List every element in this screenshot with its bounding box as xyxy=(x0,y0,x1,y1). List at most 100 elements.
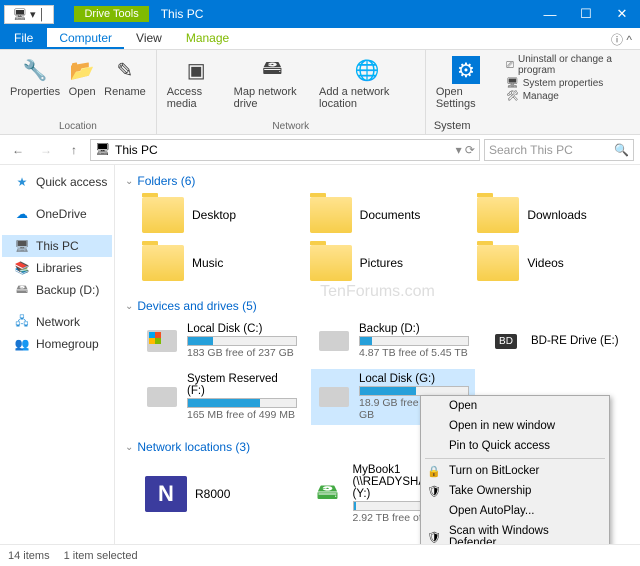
folder-icon xyxy=(142,245,184,281)
window-title: This PC xyxy=(161,7,204,21)
folder-documents[interactable]: Documents xyxy=(307,194,467,236)
app-icon: N xyxy=(145,476,187,512)
sidebar-icon: 🖧 xyxy=(14,314,30,330)
settings-icon: ⚙ xyxy=(452,56,480,84)
access-media-button[interactable]: ▣Access media xyxy=(165,54,228,112)
menu-item-pin-to-quick-access[interactable]: Pin to Quick access xyxy=(421,436,609,456)
sidebar-icon: ★ xyxy=(14,174,30,190)
pc-icon: 🖥 xyxy=(95,142,111,158)
back-button[interactable]: ← xyxy=(6,138,30,162)
menu-item-scan-with-windows-defender-[interactable]: 🛡Scan with Windows Defender... xyxy=(421,521,609,544)
drive-icon: BD xyxy=(489,329,523,353)
add-location-button[interactable]: 🌐Add a network location xyxy=(317,54,417,112)
ribbon: 🔧Properties 📂Open ✎Rename Location ▣Acce… xyxy=(0,50,640,135)
refresh-icon[interactable]: ▾ ⟳ xyxy=(456,143,475,157)
drive-icon xyxy=(317,385,351,409)
ribbon-group-network: ▣Access media 🖴Map network drive 🌐Add a … xyxy=(157,50,426,134)
ribbon-group-location: 🔧Properties 📂Open ✎Rename Location xyxy=(0,50,157,134)
menu-icon: 🛡 xyxy=(427,531,441,544)
add-location-icon: 🌐 xyxy=(353,56,381,84)
ribbon-group-system: ⚙Open Settings ⎚ Uninstall or change a p… xyxy=(426,50,640,134)
sidebar-item-homegroup[interactable]: 👥Homegroup xyxy=(2,333,112,355)
folder-icon xyxy=(477,245,519,281)
chevron-down-icon: ⌄ xyxy=(125,301,133,312)
close-button[interactable]: ✕ xyxy=(604,0,640,28)
properties-icon: 🔧 xyxy=(21,56,49,84)
sidebar-icon: 📚 xyxy=(14,260,30,276)
menu-item-take-ownership[interactable]: 🛡Take Ownership xyxy=(421,481,609,501)
sidebar-item-network[interactable]: 🖧Network xyxy=(2,311,112,333)
sidebar-icon: 🖥 xyxy=(14,238,30,254)
network-item[interactable]: NR8000 xyxy=(139,460,297,528)
minimize-button[interactable]: — xyxy=(532,0,568,28)
ribbon-collapse-icon[interactable]: ⓘ ^ xyxy=(603,28,640,49)
forward-button[interactable]: → xyxy=(34,138,58,162)
manage-button[interactable]: 🛠 Manage xyxy=(506,91,632,102)
drives-header[interactable]: ⌄Devices and drives (5) xyxy=(125,296,634,319)
folder-icon xyxy=(142,197,184,233)
folder-icon xyxy=(310,197,352,233)
ribbon-tabs: File Computer View Manage ⓘ ^ xyxy=(0,28,640,50)
sidebar-item-backup-d-[interactable]: 🖴Backup (D:) xyxy=(2,279,112,301)
folders-header[interactable]: ⌄Folders (6) xyxy=(125,171,634,194)
sidebar-item-libraries[interactable]: 📚Libraries xyxy=(2,257,112,279)
ribbon-context-tab[interactable]: Drive Tools xyxy=(74,6,148,22)
explorer-window: 🖥 ▾ │ Drive Tools This PC — ☐ ✕ File Com… xyxy=(0,0,640,566)
menu-icon: 🔒 xyxy=(427,465,441,478)
titlebar: 🖥 ▾ │ Drive Tools This PC — ☐ ✕ xyxy=(0,0,640,28)
nav-sidebar: ★Quick access ☁OneDrive 🖥This PC📚Libraries… xyxy=(0,165,115,544)
open-settings-button[interactable]: ⚙Open Settings xyxy=(434,54,498,112)
status-bar: 14 items 1 item selected xyxy=(0,544,640,566)
menu-item-open-autoplay-[interactable]: Open AutoPlay... xyxy=(421,501,609,521)
sidebar-item-onedrive[interactable]: ☁OneDrive xyxy=(2,203,112,225)
drive-item[interactable]: System Reserved (F:)165 MB free of 499 M… xyxy=(139,369,303,425)
tab-view[interactable]: View xyxy=(124,28,174,49)
menu-item-turn-on-bitlocker[interactable]: 🔒Turn on BitLocker xyxy=(421,461,609,481)
sidebar-icon: 👥 xyxy=(14,336,30,352)
sidebar-item-quick-access[interactable]: ★Quick access xyxy=(2,171,112,193)
folder-downloads[interactable]: Downloads xyxy=(474,194,634,236)
folder-music[interactable]: Music xyxy=(139,242,299,284)
open-button[interactable]: 📂Open xyxy=(66,54,98,100)
up-button[interactable]: ↑ xyxy=(62,138,86,162)
drive-item[interactable]: Backup (D:)4.87 TB free of 5.45 TB xyxy=(311,319,475,363)
selection-count: 1 item selected xyxy=(64,550,138,562)
address-path: This PC xyxy=(115,143,158,157)
maximize-button[interactable]: ☐ xyxy=(568,0,604,28)
folder-desktop[interactable]: Desktop xyxy=(139,194,299,236)
drive-item[interactable]: Local Disk (C:)183 GB free of 237 GB xyxy=(139,319,303,363)
map-drive-icon: 🖴 xyxy=(258,56,286,84)
search-icon: 🔍 xyxy=(614,143,629,157)
drive-icon xyxy=(317,329,351,353)
rename-button[interactable]: ✎Rename xyxy=(102,54,148,100)
menu-item-open[interactable]: Open xyxy=(421,396,609,416)
quick-access-toolbar[interactable]: 🖥 ▾ │ xyxy=(4,5,54,24)
drive-icon xyxy=(145,385,179,409)
drive-item[interactable]: BDBD-RE Drive (E:) xyxy=(483,319,634,363)
item-count: 14 items xyxy=(8,550,50,562)
address-bar[interactable]: 🖥 This PC ▾ ⟳ xyxy=(90,139,480,161)
address-bar-row: ← → ↑ 🖥 This PC ▾ ⟳ Search This PC 🔍 xyxy=(0,135,640,165)
folder-pictures[interactable]: Pictures xyxy=(307,242,467,284)
menu-icon: 🛡 xyxy=(427,485,441,498)
tab-manage[interactable]: Manage xyxy=(174,28,241,49)
chevron-down-icon: ⌄ xyxy=(125,176,133,187)
map-drive-button[interactable]: 🖴Map network drive xyxy=(232,54,313,112)
properties-button[interactable]: 🔧Properties xyxy=(8,54,62,100)
tab-computer[interactable]: Computer xyxy=(47,28,124,49)
menu-item-open-in-new-window[interactable]: Open in new window xyxy=(421,416,609,436)
search-box[interactable]: Search This PC 🔍 xyxy=(484,139,634,161)
media-icon: ▣ xyxy=(182,56,210,84)
sidebar-item-this-pc[interactable]: 🖥This PC xyxy=(2,235,112,257)
content-pane: TenForums.com ⌄Folders (6) DesktopDocume… xyxy=(115,165,640,544)
folder-icon xyxy=(477,197,519,233)
system-properties-button[interactable]: 🖥 System properties xyxy=(506,78,632,89)
rename-icon: ✎ xyxy=(111,56,139,84)
open-icon: 📂 xyxy=(68,56,96,84)
sidebar-icon: ☁ xyxy=(14,206,30,222)
netdrive-icon: 🖴 xyxy=(311,482,345,506)
uninstall-button[interactable]: ⎚ Uninstall or change a program xyxy=(506,54,632,76)
sidebar-icon: 🖴 xyxy=(14,282,30,298)
folder-videos[interactable]: Videos xyxy=(474,242,634,284)
tab-file[interactable]: File xyxy=(0,28,47,49)
